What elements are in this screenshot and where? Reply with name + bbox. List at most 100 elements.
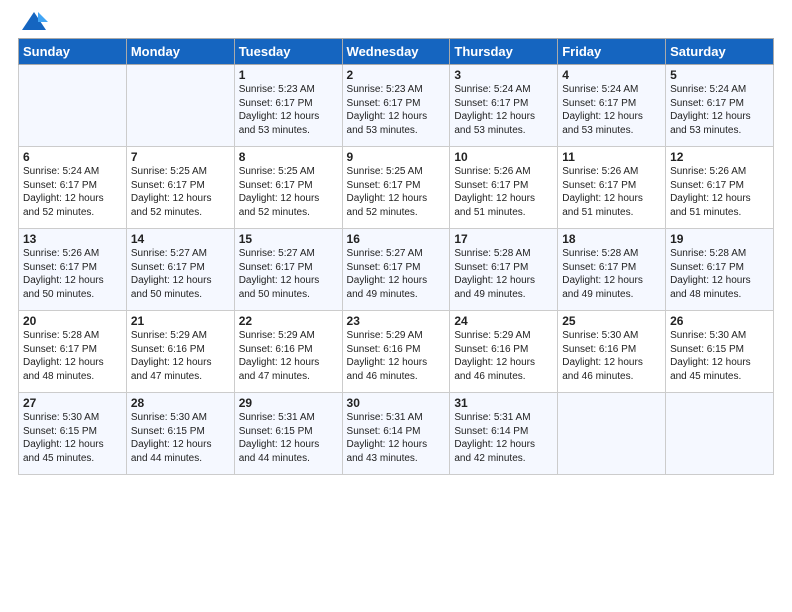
calendar-table: SundayMondayTuesdayWednesdayThursdayFrid…	[18, 38, 774, 475]
day-number: 27	[23, 396, 122, 410]
day-info: Sunrise: 5:26 AM Sunset: 6:17 PM Dayligh…	[454, 165, 553, 219]
calendar-cell: 5Sunrise: 5:24 AM Sunset: 6:17 PM Daylig…	[666, 65, 774, 147]
day-number: 25	[562, 314, 661, 328]
calendar-cell: 8Sunrise: 5:25 AM Sunset: 6:17 PM Daylig…	[234, 147, 342, 229]
calendar-cell: 18Sunrise: 5:28 AM Sunset: 6:17 PM Dayli…	[558, 229, 666, 311]
weekday-header-saturday: Saturday	[666, 39, 774, 65]
weekday-header-sunday: Sunday	[19, 39, 127, 65]
weekday-header-thursday: Thursday	[450, 39, 558, 65]
day-number: 26	[670, 314, 769, 328]
calendar-week-4: 27 Sunrise: 5:30 AM Sunset: 6:15 PM Dayli…	[19, 393, 774, 475]
calendar-cell: 1Sunrise: 5:23 AM Sunset: 6:17 PM Daylig…	[234, 65, 342, 147]
day-info: Sunrise: 5:25 AM Sunset: 6:17 PM Dayligh…	[131, 165, 230, 219]
calendar-cell: 13Sunrise: 5:26 AM Sunset: 6:17 PM Dayli…	[19, 229, 127, 311]
day-info: Sunrise: 5:26 AM Sunset: 6:17 PM Dayligh…	[23, 247, 122, 301]
calendar-cell: 29Sunrise: 5:31 AM Sunset: 6:15 PM Dayli…	[234, 393, 342, 475]
day-number: 11	[562, 150, 661, 164]
day-info: Sunrise: 5:29 AM Sunset: 6:16 PM Dayligh…	[454, 329, 553, 383]
day-number: 22	[239, 314, 338, 328]
weekday-header-monday: Monday	[126, 39, 234, 65]
calendar-cell: 17Sunrise: 5:28 AM Sunset: 6:17 PM Dayli…	[450, 229, 558, 311]
calendar-cell: 22Sunrise: 5:29 AM Sunset: 6:16 PM Dayli…	[234, 311, 342, 393]
day-info: Sunrise: 5:26 AM Sunset: 6:17 PM Dayligh…	[562, 165, 661, 219]
header	[18, 10, 774, 32]
day-number: 17	[454, 232, 553, 246]
calendar-cell: 3Sunrise: 5:24 AM Sunset: 6:17 PM Daylig…	[450, 65, 558, 147]
calendar-cell: 23Sunrise: 5:29 AM Sunset: 6:16 PM Dayli…	[342, 311, 450, 393]
weekday-header-tuesday: Tuesday	[234, 39, 342, 65]
calendar-cell: 21Sunrise: 5:29 AM Sunset: 6:16 PM Dayli…	[126, 311, 234, 393]
day-info: Sunrise: 5:24 AM Sunset: 6:17 PM Dayligh…	[670, 83, 769, 137]
calendar-week-3: 20Sunrise: 5:28 AM Sunset: 6:17 PM Dayli…	[19, 311, 774, 393]
calendar-cell: 20Sunrise: 5:28 AM Sunset: 6:17 PM Dayli…	[19, 311, 127, 393]
day-number: 18	[562, 232, 661, 246]
calendar-cell: 2Sunrise: 5:23 AM Sunset: 6:17 PM Daylig…	[342, 65, 450, 147]
weekday-header-friday: Friday	[558, 39, 666, 65]
calendar-cell	[126, 65, 234, 147]
calendar-body: 1 Sunrise: 5:23 AM Sunset: 6:17 PM Daylig…	[19, 65, 774, 475]
calendar-week-0: 1 Sunrise: 5:23 AM Sunset: 6:17 PM Daylig…	[19, 65, 774, 147]
calendar-cell: 6Sunrise: 5:24 AM Sunset: 6:17 PM Daylig…	[19, 147, 127, 229]
day-number: 10	[454, 150, 553, 164]
calendar-cell: 27Sunrise: 5:30 AM Sunset: 6:15 PM Dayli…	[19, 393, 127, 475]
weekday-header-wednesday: Wednesday	[342, 39, 450, 65]
day-info: Sunrise: 5:28 AM Sunset: 6:17 PM Dayligh…	[562, 247, 661, 301]
day-number: 7	[131, 150, 230, 164]
logo-icon	[20, 8, 48, 36]
day-number: 3	[454, 68, 553, 82]
day-info: Sunrise: 5:30 AM Sunset: 6:15 PM Dayligh…	[131, 411, 230, 465]
calendar-cell	[19, 65, 127, 147]
day-number: 13	[23, 232, 122, 246]
day-number: 16	[347, 232, 446, 246]
day-number: 29	[239, 396, 338, 410]
calendar-cell: 26Sunrise: 5:30 AM Sunset: 6:15 PM Dayli…	[666, 311, 774, 393]
calendar-cell: 15Sunrise: 5:27 AM Sunset: 6:17 PM Dayli…	[234, 229, 342, 311]
day-number: 20	[23, 314, 122, 328]
calendar-cell: 11Sunrise: 5:26 AM Sunset: 6:17 PM Dayli…	[558, 147, 666, 229]
day-info: Sunrise: 5:30 AM Sunset: 6:16 PM Dayligh…	[562, 329, 661, 383]
day-number: 5	[670, 68, 769, 82]
day-number: 6	[23, 150, 122, 164]
day-info: Sunrise: 5:23 AM Sunset: 6:17 PM Dayligh…	[347, 83, 446, 137]
calendar-cell: 14Sunrise: 5:27 AM Sunset: 6:17 PM Dayli…	[126, 229, 234, 311]
page: SundayMondayTuesdayWednesdayThursdayFrid…	[0, 0, 792, 612]
day-info: Sunrise: 5:27 AM Sunset: 6:17 PM Dayligh…	[131, 247, 230, 301]
day-info: Sunrise: 5:27 AM Sunset: 6:17 PM Dayligh…	[347, 247, 446, 301]
day-info: Sunrise: 5:29 AM Sunset: 6:16 PM Dayligh…	[239, 329, 338, 383]
calendar-cell: 31Sunrise: 5:31 AM Sunset: 6:14 PM Dayli…	[450, 393, 558, 475]
day-info: Sunrise: 5:27 AM Sunset: 6:17 PM Dayligh…	[239, 247, 338, 301]
day-number: 28	[131, 396, 230, 410]
day-info: Sunrise: 5:25 AM Sunset: 6:17 PM Dayligh…	[239, 165, 338, 219]
day-number: 9	[347, 150, 446, 164]
calendar-cell: 12Sunrise: 5:26 AM Sunset: 6:17 PM Dayli…	[666, 147, 774, 229]
day-info: Sunrise: 5:28 AM Sunset: 6:17 PM Dayligh…	[23, 329, 122, 383]
day-number: 30	[347, 396, 446, 410]
day-info: Sunrise: 5:24 AM Sunset: 6:17 PM Dayligh…	[562, 83, 661, 137]
day-number: 24	[454, 314, 553, 328]
day-number: 31	[454, 396, 553, 410]
calendar-cell: 9Sunrise: 5:25 AM Sunset: 6:17 PM Daylig…	[342, 147, 450, 229]
day-info: Sunrise: 5:30 AM Sunset: 6:15 PM Dayligh…	[670, 329, 769, 383]
day-number: 8	[239, 150, 338, 164]
calendar-cell	[558, 393, 666, 475]
calendar-cell: 4Sunrise: 5:24 AM Sunset: 6:17 PM Daylig…	[558, 65, 666, 147]
day-info: Sunrise: 5:28 AM Sunset: 6:17 PM Dayligh…	[454, 247, 553, 301]
day-number: 21	[131, 314, 230, 328]
calendar-cell: 19Sunrise: 5:28 AM Sunset: 6:17 PM Dayli…	[666, 229, 774, 311]
day-info: Sunrise: 5:25 AM Sunset: 6:17 PM Dayligh…	[347, 165, 446, 219]
day-number: 1	[239, 68, 338, 82]
logo	[18, 10, 48, 32]
calendar-cell: 25Sunrise: 5:30 AM Sunset: 6:16 PM Dayli…	[558, 311, 666, 393]
day-info: Sunrise: 5:31 AM Sunset: 6:14 PM Dayligh…	[454, 411, 553, 465]
day-info: Sunrise: 5:28 AM Sunset: 6:17 PM Dayligh…	[670, 247, 769, 301]
day-number: 23	[347, 314, 446, 328]
day-info: Sunrise: 5:31 AM Sunset: 6:15 PM Dayligh…	[239, 411, 338, 465]
day-number: 14	[131, 232, 230, 246]
day-number: 15	[239, 232, 338, 246]
calendar-cell: 10Sunrise: 5:26 AM Sunset: 6:17 PM Dayli…	[450, 147, 558, 229]
calendar-cell: 30Sunrise: 5:31 AM Sunset: 6:14 PM Dayli…	[342, 393, 450, 475]
calendar-week-2: 13Sunrise: 5:26 AM Sunset: 6:17 PM Dayli…	[19, 229, 774, 311]
calendar-cell	[666, 393, 774, 475]
day-info: Sunrise: 5:24 AM Sunset: 6:17 PM Dayligh…	[23, 165, 122, 219]
weekday-row: SundayMondayTuesdayWednesdayThursdayFrid…	[19, 39, 774, 65]
